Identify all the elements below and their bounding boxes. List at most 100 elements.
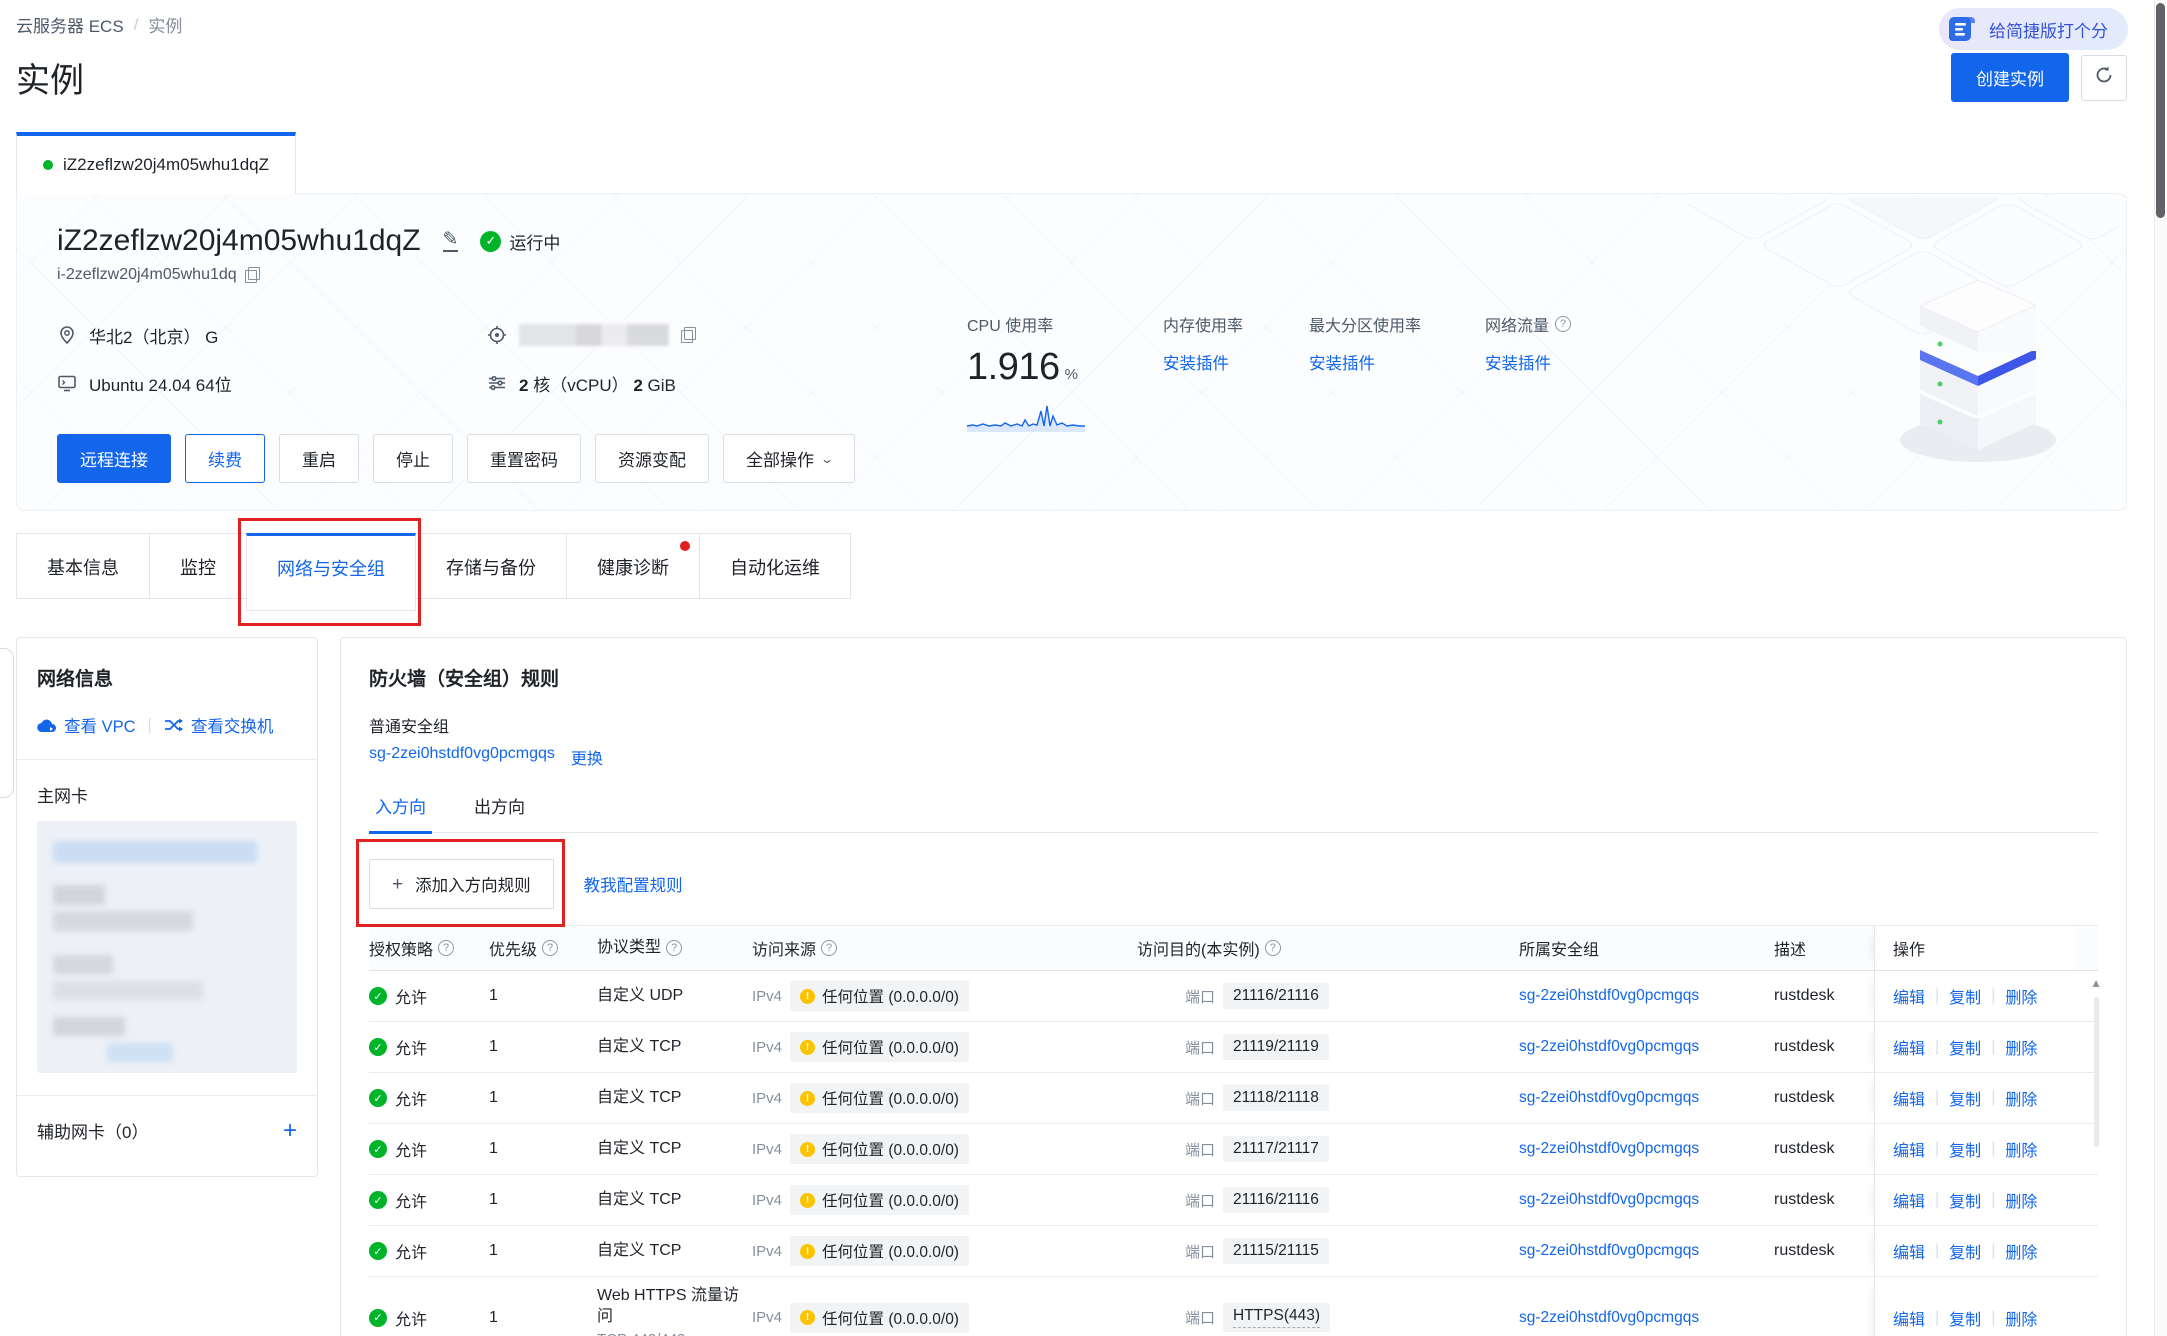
action-separator: | bbox=[1991, 1140, 1995, 1158]
sg-link[interactable]: sg-2zei0hstdf0vg0pcmgqs bbox=[1519, 1140, 1699, 1158]
protocol-help-icon[interactable]: ? bbox=[666, 940, 682, 956]
rule-row: ✓允许1自定义 TCPIPv4!任何位置 (0.0.0.0/0)端口21117/… bbox=[369, 1124, 2098, 1175]
policy-label: 允许 bbox=[395, 984, 427, 1008]
main-content: 云服务器 ECS / 实例 实例 创建实例 iZ2zeflzw20j4m05wh… bbox=[0, 0, 2167, 1336]
policy-help-icon[interactable]: ? bbox=[438, 940, 454, 956]
all-actions-button[interactable]: 全部操作 ⌄ bbox=[723, 434, 855, 483]
cloud-icon bbox=[37, 718, 57, 733]
port-chip: 21119/21119 bbox=[1223, 1034, 1329, 1060]
protocol-cell: 自定义 TCP bbox=[597, 1087, 752, 1109]
row-action-edit-link[interactable]: 编辑 bbox=[1893, 1239, 1925, 1263]
row-action-copy-link[interactable]: 复制 bbox=[1949, 1086, 1981, 1110]
sg-cell: sg-2zei0hstdf0vg0pcmgqs bbox=[1519, 1309, 1774, 1327]
breadcrumb-ecs[interactable]: 云服务器 ECS bbox=[16, 12, 124, 37]
notification-dot bbox=[680, 541, 690, 551]
tab-network-security[interactable]: 网络与安全组 bbox=[246, 533, 416, 611]
source-value: 任何位置 (0.0.0.0/0) bbox=[822, 985, 959, 1007]
allow-check-icon: ✓ bbox=[369, 1309, 387, 1327]
row-action-edit-link[interactable]: 编辑 bbox=[1893, 1035, 1925, 1059]
protocol-subtext: TCP:443/443 bbox=[597, 1330, 744, 1336]
source-value: 任何位置 (0.0.0.0/0) bbox=[822, 1087, 959, 1109]
sg-link[interactable]: sg-2zei0hstdf0vg0pcmgqs bbox=[1519, 1191, 1699, 1209]
row-action-copy-link[interactable]: 复制 bbox=[1949, 1137, 1981, 1161]
copy-id-icon[interactable] bbox=[245, 267, 260, 283]
source-chip: !任何位置 (0.0.0.0/0) bbox=[790, 1303, 969, 1333]
row-action-edit-link[interactable]: 编辑 bbox=[1893, 1137, 1925, 1161]
location-pin-icon bbox=[57, 325, 77, 345]
stop-button[interactable]: 停止 bbox=[373, 434, 453, 483]
sg-link[interactable]: sg-2zei0hstdf0vg0pcmgqs bbox=[1519, 1089, 1699, 1107]
view-vpc-link[interactable]: 查看 VPC bbox=[37, 713, 136, 737]
mem-install-plugin-link[interactable]: 安装插件 bbox=[1163, 350, 1229, 374]
row-action-edit-link[interactable]: 编辑 bbox=[1893, 1188, 1925, 1212]
row-action-edit-link[interactable]: 编辑 bbox=[1893, 984, 1925, 1008]
tab-basic-info[interactable]: 基本信息 bbox=[16, 533, 150, 599]
scrollbar-thumb[interactable] bbox=[2156, 3, 2165, 218]
sg-link[interactable]: sg-2zei0hstdf0vg0pcmgqs bbox=[1519, 1242, 1699, 1260]
resource-change-button[interactable]: 资源变配 bbox=[595, 434, 709, 483]
warning-icon: ! bbox=[800, 1091, 815, 1106]
config-help-link[interactable]: 教我配置规则 bbox=[584, 872, 683, 896]
tab-health-diagnosis[interactable]: 健康诊断 bbox=[566, 533, 700, 599]
view-switch-link[interactable]: 查看交换机 bbox=[164, 713, 274, 737]
refresh-icon bbox=[2094, 65, 2114, 85]
row-action-delete-link[interactable]: 删除 bbox=[2005, 1306, 2037, 1330]
row-action-delete-link[interactable]: 删除 bbox=[2005, 1035, 2037, 1059]
action-cell: 编辑|复制|删除 bbox=[1874, 1022, 2076, 1072]
priority-help-icon[interactable]: ? bbox=[542, 940, 558, 956]
warning-icon: ! bbox=[800, 1040, 815, 1055]
create-instance-button[interactable]: 创建实例 bbox=[1951, 53, 2069, 102]
restart-button[interactable]: 重启 bbox=[279, 434, 359, 483]
table-scrollbar[interactable]: ▲ bbox=[2090, 977, 2102, 1147]
ip-version-label: IPv4 bbox=[752, 1243, 782, 1260]
row-action-copy-link[interactable]: 复制 bbox=[1949, 984, 1981, 1008]
refresh-button[interactable] bbox=[2081, 55, 2127, 101]
collapsed-panel-handle[interactable] bbox=[0, 648, 14, 798]
action-separator: | bbox=[1935, 987, 1939, 1005]
tab-storage-backup[interactable]: 存储与备份 bbox=[415, 533, 567, 599]
row-action-copy-link[interactable]: 复制 bbox=[1949, 1306, 1981, 1330]
tab-automation-ops[interactable]: 自动化运维 bbox=[699, 533, 851, 599]
rate-badge[interactable]: 给简捷版打个分 bbox=[1939, 8, 2128, 50]
row-action-delete-link[interactable]: 删除 bbox=[2005, 1239, 2037, 1263]
row-action-delete-link[interactable]: 删除 bbox=[2005, 1188, 2037, 1212]
scroll-up-icon[interactable]: ▲ bbox=[2090, 977, 2102, 989]
row-action-edit-link[interactable]: 编辑 bbox=[1893, 1086, 1925, 1110]
tab-monitoring[interactable]: 监控 bbox=[149, 533, 247, 599]
add-inbound-rule-button[interactable]: + 添加入方向规则 bbox=[369, 859, 554, 909]
sg-link[interactable]: sg-2zei0hstdf0vg0pcmgqs bbox=[1519, 1038, 1699, 1056]
remote-connect-button[interactable]: 远程连接 bbox=[57, 434, 171, 483]
dest-help-icon[interactable]: ? bbox=[1265, 940, 1281, 956]
sg-id-link[interactable]: sg-2zei0hstdf0vg0pcmgqs bbox=[369, 745, 555, 769]
tab-inbound[interactable]: 入方向 bbox=[369, 791, 432, 834]
priority-cell: 1 bbox=[489, 1242, 597, 1260]
row-action-delete-link[interactable]: 删除 bbox=[2005, 984, 2037, 1008]
disk-install-plugin-link[interactable]: 安装插件 bbox=[1309, 350, 1375, 374]
add-nic-icon[interactable]: + bbox=[283, 1119, 297, 1143]
tab-outbound[interactable]: 出方向 bbox=[468, 791, 531, 832]
sg-cell: sg-2zei0hstdf0vg0pcmgqs bbox=[1519, 1089, 1774, 1107]
help-question-icon[interactable]: ? bbox=[1555, 316, 1571, 332]
row-action-delete-link[interactable]: 删除 bbox=[2005, 1086, 2037, 1110]
scroll-icon bbox=[1947, 14, 1979, 44]
source-help-icon[interactable]: ? bbox=[821, 940, 837, 956]
allow-check-icon: ✓ bbox=[369, 987, 387, 1005]
browser-scrollbar[interactable] bbox=[2154, 0, 2167, 1336]
instance-tab[interactable]: iZ2zeflzw20j4m05whu1dqZ bbox=[16, 132, 296, 194]
row-action-copy-link[interactable]: 复制 bbox=[1949, 1239, 1981, 1263]
renew-button[interactable]: 续费 bbox=[185, 434, 265, 483]
sg-change-link[interactable]: 更换 bbox=[571, 745, 603, 769]
policy-cell: ✓允许 bbox=[369, 1239, 489, 1263]
net-install-plugin-link[interactable]: 安装插件 bbox=[1485, 350, 1551, 374]
sg-link[interactable]: sg-2zei0hstdf0vg0pcmgqs bbox=[1519, 987, 1699, 1005]
protocol-name: 自定义 UDP bbox=[597, 985, 744, 1007]
row-action-delete-link[interactable]: 删除 bbox=[2005, 1137, 2037, 1161]
edit-name-icon[interactable]: ✎ bbox=[443, 230, 459, 252]
action-separator: | bbox=[1991, 1191, 1995, 1209]
copy-ip-icon[interactable] bbox=[681, 327, 696, 343]
reset-password-button[interactable]: 重置密码 bbox=[467, 434, 581, 483]
sg-link[interactable]: sg-2zei0hstdf0vg0pcmgqs bbox=[1519, 1309, 1699, 1327]
row-action-copy-link[interactable]: 复制 bbox=[1949, 1035, 1981, 1059]
row-action-copy-link[interactable]: 复制 bbox=[1949, 1188, 1981, 1212]
row-action-edit-link[interactable]: 编辑 bbox=[1893, 1306, 1925, 1330]
